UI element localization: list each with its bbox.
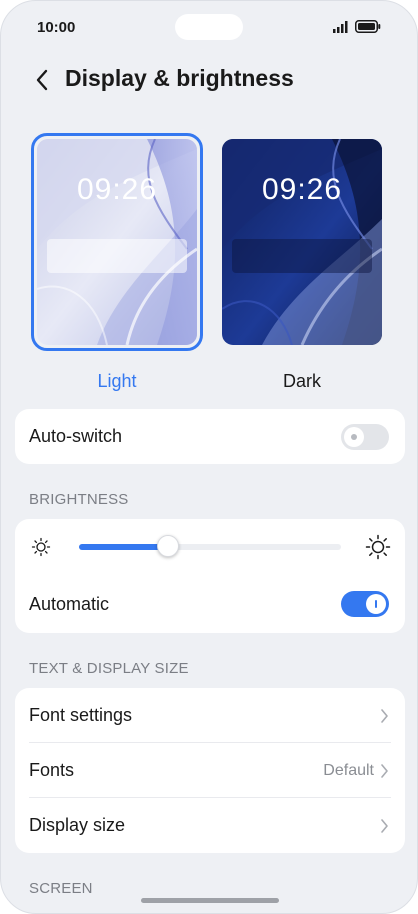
dark-wallpaper: 09:26: [222, 139, 382, 345]
auto-switch-card: Auto-switch: [15, 409, 405, 464]
sun-large-icon: [365, 534, 391, 560]
toggle-off-dot: [351, 433, 357, 440]
brightness-slider-row: [15, 519, 405, 575]
signal-bars-icon: [333, 20, 348, 33]
brightness-section-title: BRIGHTNESS: [29, 491, 129, 508]
battery-icon: [355, 20, 381, 33]
dark-theme-preview: 09:26: [216, 133, 388, 351]
status-bar: 10:00: [1, 1, 417, 55]
text-display-section-title: TEXT & DISPLAY SIZE: [29, 660, 189, 677]
page-title: Display & brightness: [65, 65, 294, 91]
status-time: 10:00: [37, 19, 76, 36]
fonts-value: Default: [323, 761, 374, 779]
back-button[interactable]: [29, 67, 55, 93]
brightness-card: Automatic: [15, 519, 405, 633]
auto-switch-control: [341, 409, 389, 464]
light-theme-label: Light: [97, 371, 137, 391]
auto-switch-row: Auto-switch: [15, 409, 405, 464]
theme-option-dark[interactable]: 09:26 Dark: [216, 133, 388, 392]
toggle-knob: [366, 594, 386, 614]
font-settings-row[interactable]: Font settings: [15, 688, 405, 743]
brightness-slider-thumb[interactable]: [157, 535, 180, 557]
automatic-control: [341, 575, 389, 633]
dark-preview-widget: [232, 239, 372, 273]
brightness-slider[interactable]: [79, 535, 341, 557]
dark-theme-label: Dark: [282, 371, 321, 391]
automatic-brightness-toggle[interactable]: [341, 591, 389, 617]
toggle-on-mark: [375, 600, 377, 608]
dark-preview-time: 09:26: [261, 173, 343, 206]
light-theme-preview: 09:26: [31, 133, 203, 351]
automatic-label: Automatic: [29, 593, 110, 614]
display-size-label: Display size: [29, 815, 126, 835]
light-preview-widget: [47, 239, 187, 273]
toggle-knob: [344, 426, 364, 447]
brightness-slider-fill: [79, 544, 169, 550]
font-settings-label: Font settings: [29, 705, 133, 725]
dynamic-island: [175, 14, 243, 40]
display-size-right: [380, 798, 389, 853]
light-preview-time: 09:26: [76, 173, 158, 206]
theme-option-light[interactable]: 09:26 Light: [31, 133, 203, 392]
fonts-label: Fonts: [29, 760, 75, 780]
status-icons: [333, 20, 381, 33]
automatic-brightness-row: Automatic: [15, 575, 405, 633]
text-display-card: Font settings Fonts Default Display size: [15, 688, 405, 853]
light-wallpaper: 09:26: [37, 139, 197, 345]
home-indicator[interactable]: [141, 898, 279, 903]
auto-switch-label: Auto-switch: [29, 426, 123, 446]
sun-small-icon: [31, 537, 51, 557]
chevron-right-icon: [381, 763, 388, 778]
header: Display & brightness: [1, 61, 417, 101]
screen-section-title: SCREEN: [29, 880, 93, 897]
chevron-right-icon: [381, 818, 388, 833]
chevron-left-icon: [36, 69, 48, 91]
phone-frame: 10:00 Display & brightness 09:26 Light 0…: [0, 0, 418, 914]
fonts-row[interactable]: Fonts Default: [15, 743, 405, 798]
display-size-row[interactable]: Display size: [15, 798, 405, 853]
auto-switch-toggle[interactable]: [341, 423, 389, 450]
font-settings-right: [380, 688, 389, 743]
fonts-right: Default: [323, 743, 389, 798]
chevron-right-icon: [381, 708, 388, 723]
